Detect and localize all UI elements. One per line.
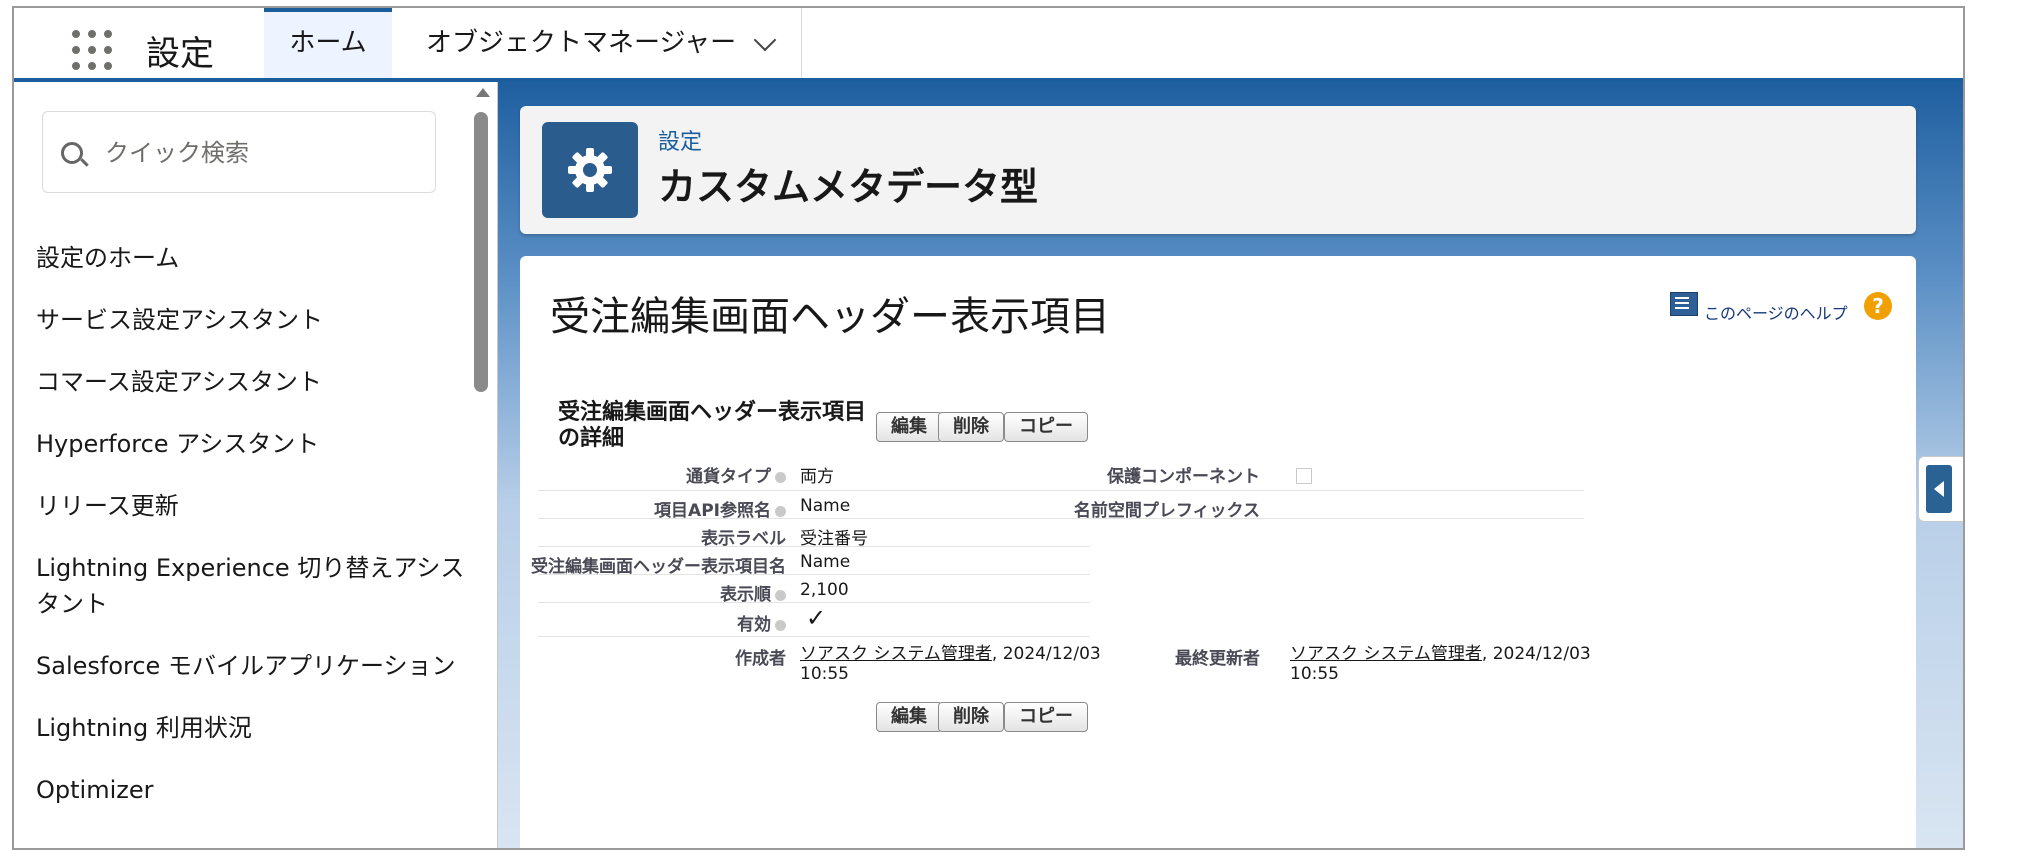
- field-value-currency-type: 両方: [800, 467, 834, 487]
- sidebar-item-service-setup-assistant[interactable]: サービス設定アシスタント: [36, 302, 476, 338]
- protected-component-checkbox: [1296, 468, 1312, 484]
- created-time: 10:55: [800, 664, 849, 684]
- created-date: , 2024/12/03: [991, 644, 1101, 664]
- help-link-label: このページのヘルプ: [1704, 304, 1848, 323]
- modified-time: 10:55: [1290, 664, 1339, 684]
- modified-date: , 2024/12/03: [1481, 644, 1591, 664]
- record-title: 受注編集画面ヘッダー表示項目: [550, 294, 1110, 340]
- sidebar-scrollbar[interactable]: [470, 82, 494, 848]
- field-value-api-name: Name: [800, 496, 851, 516]
- field-label-last-modified-by: 最終更新者: [1175, 649, 1260, 669]
- field-label-active: 有効: [737, 610, 786, 635]
- help-document-icon: [1670, 292, 1698, 316]
- row-divider: [538, 602, 1090, 603]
- app-launcher-icon[interactable]: [72, 30, 116, 74]
- delete-button-top[interactable]: 削除: [938, 412, 1004, 442]
- sidebar-item-lightning-usage[interactable]: Lightning 利用状況: [36, 710, 476, 746]
- copy-button-bottom[interactable]: コピー: [1004, 702, 1088, 732]
- setup-menu: 設定のホーム サービス設定アシスタント コマース設定アシスタント Hyperfo…: [36, 240, 476, 834]
- row-divider: [538, 490, 1584, 491]
- edit-button-bottom[interactable]: 編集: [876, 702, 942, 732]
- gear-icon: [542, 122, 638, 218]
- copy-button-top[interactable]: コピー: [1004, 412, 1088, 442]
- setup-sidebar: 設定のホーム サービス設定アシスタント コマース設定アシスタント Hyperfo…: [14, 82, 498, 848]
- field-value-last-modified-by: ソアスク システム管理者, 2024/12/03 10:55: [1290, 644, 1591, 684]
- field-value-created-by: ソアスク システム管理者, 2024/12/03 10:55: [800, 644, 1101, 684]
- quick-find-input[interactable]: [103, 130, 407, 176]
- top-navigation: 設定 ホーム オブジェクトマネージャー: [14, 8, 1963, 82]
- search-icon: [61, 142, 83, 164]
- tab-object-manager[interactable]: オブジェクトマネージャー: [392, 8, 802, 78]
- sidebar-item-optimizer[interactable]: Optimizer: [36, 772, 476, 808]
- delete-button-bottom[interactable]: 削除: [938, 702, 1004, 732]
- app-name: 設定: [146, 34, 214, 74]
- quick-find-search[interactable]: [42, 111, 436, 193]
- info-icon[interactable]: [775, 505, 786, 517]
- setup-window: 設定 ホーム オブジェクトマネージャー 設定のホーム サービス設定アシスタント …: [12, 6, 1965, 850]
- info-icon[interactable]: [775, 589, 786, 601]
- row-divider: [538, 636, 1090, 637]
- field-label-created-by: 作成者: [735, 649, 786, 669]
- record-detail-card: 受注編集画面ヘッダー表示項目 このページのヘルプ ? 受注編集画面ヘッダー表示項…: [520, 256, 1916, 848]
- sidebar-item-salesforce-mobile-app[interactable]: Salesforce モバイルアプリケーション: [36, 648, 476, 684]
- field-label-currency-type: 通貨タイプ: [686, 462, 786, 487]
- info-icon[interactable]: [775, 471, 786, 483]
- row-divider: [538, 518, 1584, 519]
- page-title: カスタムメタデータ型: [658, 165, 1039, 209]
- sidebar-item-setup-home[interactable]: 設定のホーム: [36, 240, 476, 276]
- info-icon[interactable]: [775, 619, 786, 631]
- side-panel-toggle[interactable]: [1918, 456, 1963, 522]
- field-value-record-name: Name: [800, 552, 851, 572]
- breadcrumb[interactable]: 設定: [658, 124, 702, 156]
- row-divider: [538, 574, 1090, 575]
- tab-home[interactable]: ホーム: [264, 8, 392, 78]
- chevron-down-icon[interactable]: [753, 28, 777, 52]
- row-divider: [538, 546, 1090, 547]
- help-question-icon: ?: [1864, 292, 1892, 320]
- created-by-user-link[interactable]: ソアスク システム管理者: [800, 644, 992, 664]
- main-content: 設定 カスタムメタデータ型 受注編集画面ヘッダー表示項目 このページのヘルプ ?…: [498, 82, 1963, 848]
- modified-by-user-link[interactable]: ソアスク システム管理者: [1290, 644, 1482, 664]
- scroll-thumb[interactable]: [474, 112, 488, 392]
- scroll-up-icon[interactable]: [476, 88, 490, 97]
- checkmark-icon: ✓: [806, 604, 827, 632]
- collapse-left-icon: [1926, 465, 1952, 513]
- page-header: 設定 カスタムメタデータ型: [520, 106, 1916, 234]
- sidebar-item-hyperforce-assistant[interactable]: Hyperforce アシスタント: [36, 426, 476, 462]
- field-label-protected-component: 保護コンポーネント: [1107, 467, 1260, 487]
- sidebar-item-commerce-setup-assistant[interactable]: コマース設定アシスタント: [36, 364, 476, 400]
- edit-button-top[interactable]: 編集: [876, 412, 942, 442]
- field-value-sort-order: 2,100: [800, 580, 849, 600]
- tab-object-manager-label: オブジェクトマネージャー: [426, 28, 737, 58]
- sidebar-item-lightning-transition-assistant[interactable]: Lightning Experience 切り替えアシスタント: [36, 550, 476, 622]
- sidebar-item-release-updates[interactable]: リリース更新: [36, 488, 476, 524]
- section-title: 受注編集画面ヘッダー表示項目の詳細: [558, 400, 867, 451]
